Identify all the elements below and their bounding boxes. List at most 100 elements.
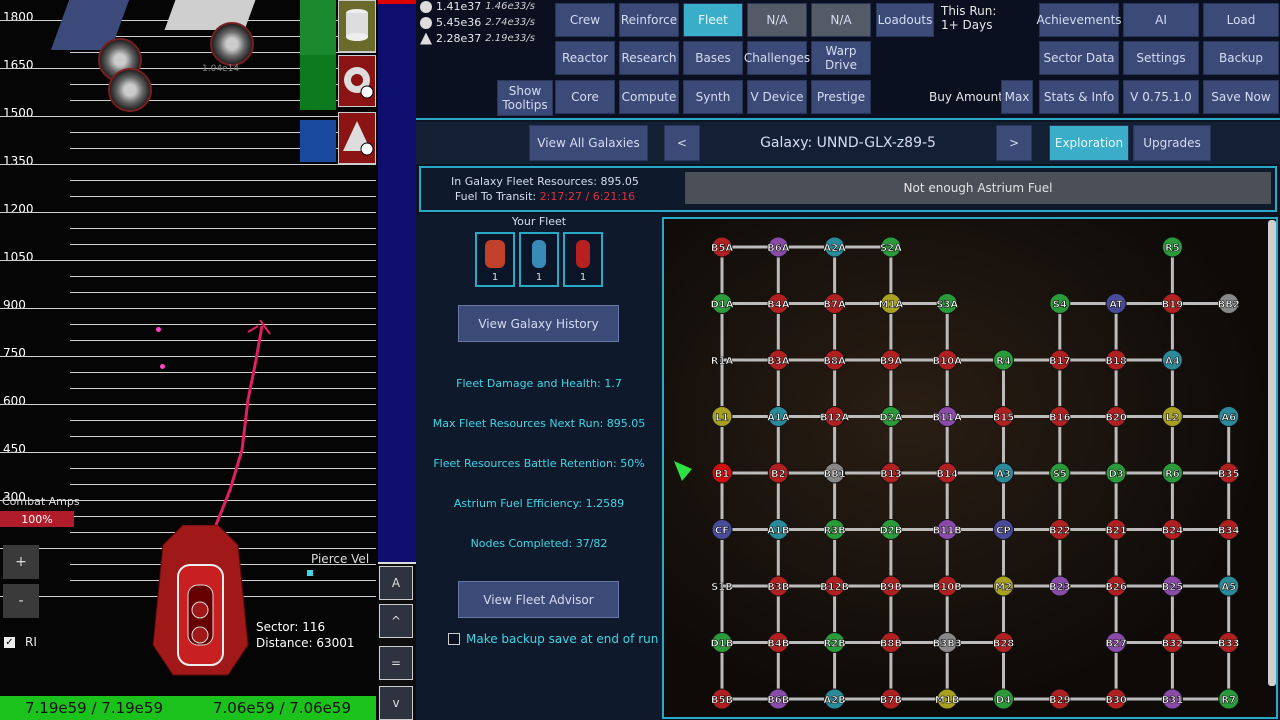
map-node[interactable]: B17 [1049,349,1071,371]
synth-button[interactable]: Synth [683,80,743,114]
map-node[interactable]: B6A [767,236,790,258]
ai-button[interactable]: AI [1123,3,1199,37]
show-tooltips-button[interactable]: Show Tooltips [497,80,553,116]
map-node[interactable]: B15 [992,406,1015,427]
map-node[interactable]: B3B [767,575,790,597]
map-node[interactable]: B4B [767,632,790,653]
map-node[interactable]: B8B [879,632,902,653]
side-button-equal[interactable]: = [379,646,413,680]
map-node[interactable]: B18 [1105,349,1127,371]
bases-button[interactable]: Bases [683,41,743,75]
map-node[interactable]: A2B [823,688,846,710]
map-node[interactable]: M1B [935,688,960,710]
map-node[interactable]: A6 [1218,406,1240,427]
map-node[interactable]: B32 [1161,632,1184,653]
map-node[interactable]: D4 [993,688,1014,710]
map-node[interactable]: B8A [823,349,846,371]
map-node[interactable]: A3 [993,462,1014,484]
view-all-galaxies-button[interactable]: View All Galaxies [529,125,648,161]
map-node[interactable]: BB1 [823,462,846,484]
map-node[interactable]: B11B [932,519,962,540]
map-node[interactable]: R6 [1161,462,1183,484]
map-node[interactable]: B21 [1105,519,1127,540]
challenges-button[interactable]: Challenges [744,41,810,75]
map-node[interactable]: B5A [711,236,734,258]
achievements-button[interactable]: Achievements [1036,3,1122,37]
map-node[interactable]: AT [1105,293,1127,314]
map-node[interactable]: B3A [767,349,790,371]
map-node[interactable]: B12B [820,575,849,597]
reinforce-button[interactable]: Reinforce [619,3,679,37]
map-node[interactable]: B1 [711,462,733,484]
map-node[interactable]: B35 [1218,462,1240,484]
map-node[interactable]: A1A [767,406,790,427]
v-device-button[interactable]: V Device [747,80,807,114]
zoom-in-button[interactable]: + [3,545,39,579]
settings-button[interactable]: Settings [1123,41,1199,75]
map-node[interactable]: S4 [1049,293,1071,314]
map-node[interactable]: B25 [1161,575,1184,597]
map-node[interactable]: B3B3 [932,632,962,653]
map-node[interactable]: R2B [823,632,846,653]
map-node[interactable]: B27 [1105,632,1127,653]
map-node[interactable]: M1A [878,293,904,314]
map-node[interactable]: B26 [1105,575,1127,597]
backup-checkbox[interactable]: Make backup save at end of run [448,632,658,646]
map-node[interactable]: D3 [1105,462,1127,484]
map-node[interactable]: R3B [823,519,846,540]
fleet-button[interactable]: Fleet [683,3,743,37]
not-enough-fuel-button[interactable]: Not enough Astrium Fuel [685,172,1271,204]
prev-galaxy-button[interactable]: < [664,125,700,161]
map-node[interactable]: BB2 [1217,293,1240,314]
map-node[interactable]: D2A [879,406,903,427]
zoom-out-button[interactable]: - [3,584,39,618]
map-node[interactable]: B5B [711,688,733,710]
fleet-slot[interactable]: 1 [475,232,515,287]
map-node[interactable]: CP [993,519,1014,540]
map-node[interactable]: B23 [1049,575,1071,597]
galaxy-map[interactable]: B5A B6A A2A S2A R5 D1A B4A B7A M1A S3A S4 AT B19 BB2 R… [662,217,1278,719]
map-node[interactable]: B10A [932,349,963,371]
na-button-2[interactable]: N/A [811,3,871,37]
map-scrollbar[interactable] [1268,220,1276,686]
map-node[interactable]: B9A [879,349,903,371]
view-fleet-advisor-button[interactable]: View Fleet Advisor [458,581,619,618]
map-node[interactable]: B14 [936,462,958,484]
warp-drive-button[interactable]: Warp Drive [811,41,871,75]
tab-exploration[interactable]: Exploration [1049,125,1129,161]
next-galaxy-button[interactable]: > [996,125,1032,161]
map-node[interactable]: D1B [710,632,734,653]
side-button-a[interactable]: A [379,566,413,600]
map-node[interactable]: B16 [1049,406,1071,427]
core-button[interactable]: Core [555,80,615,114]
side-button-down[interactable]: v [379,686,413,720]
map-node[interactable]: B19 [1161,293,1184,314]
map-node[interactable]: B7B [879,688,902,710]
map-node[interactable]: B7A [823,293,846,314]
map-node[interactable]: A5 [1218,575,1240,597]
map-node[interactable]: B28 [992,632,1015,653]
prestige-button[interactable]: Prestige [811,80,871,114]
map-node[interactable]: B34 [1218,519,1240,540]
map-node[interactable]: A1B [767,519,790,540]
map-node[interactable]: S2A [880,236,902,258]
map-node[interactable]: CF [711,519,733,540]
map-node[interactable]: B6B [767,688,790,710]
map-node[interactable]: R7 [1218,688,1240,710]
map-node[interactable]: B9B [879,575,902,597]
map-node[interactable]: R1A [710,356,734,368]
tab-upgrades[interactable]: Upgrades [1133,125,1211,161]
map-node[interactable]: D2B [879,519,903,540]
map-node[interactable]: A2A [823,236,846,258]
map-node[interactable]: S3A [936,293,959,314]
map-node[interactable]: S1B [711,582,733,594]
fleet-slot[interactable]: 1 [519,232,559,287]
compute-button[interactable]: Compute [619,80,679,114]
map-node[interactable]: B13 [880,462,902,484]
map-node[interactable]: R5 [1161,236,1183,258]
map-node[interactable]: S5 [1049,462,1071,484]
fleet-slot[interactable]: 1 [563,232,603,287]
map-node[interactable]: M2 [993,575,1014,597]
map-node[interactable]: B12A [820,406,850,427]
map-node[interactable]: L1 [711,406,733,427]
